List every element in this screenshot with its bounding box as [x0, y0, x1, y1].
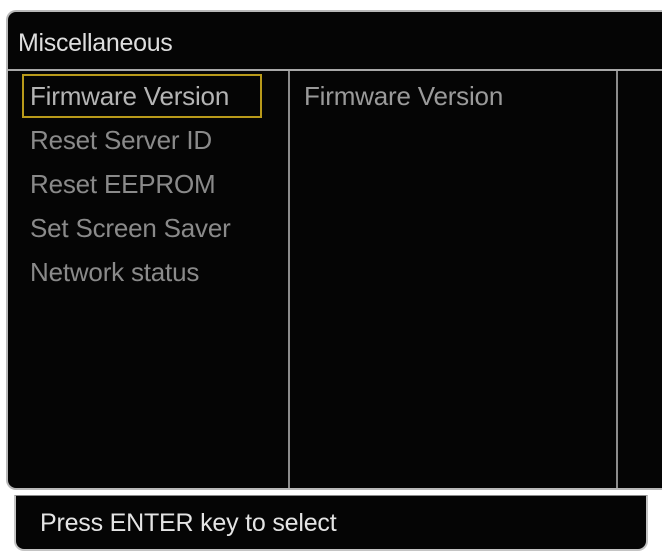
panel-title: Miscellaneous	[18, 29, 173, 57]
menu-list: Firmware Version Reset Server ID Reset E…	[22, 74, 267, 294]
menu-item-reset-server-id[interactable]: Reset Server ID	[22, 118, 267, 162]
menu-column-divider	[288, 71, 290, 488]
menu-item-set-screen-saver[interactable]: Set Screen Saver	[22, 206, 267, 250]
detail-column-divider	[616, 71, 618, 488]
tv-menu-screen: Miscellaneous Firmware Version Reset Ser…	[0, 0, 662, 555]
miscellaneous-panel: Miscellaneous Firmware Version Reset Ser…	[6, 10, 662, 490]
menu-item-network-status[interactable]: Network status	[22, 250, 267, 294]
footer-hint-text: Press ENTER key to select	[40, 509, 337, 537]
footer-hint-bar: Press ENTER key to select	[14, 495, 648, 551]
detail-text: Firmware Version	[304, 81, 504, 111]
menu-item-firmware-version[interactable]: Firmware Version	[22, 74, 262, 118]
menu-item-reset-eeprom[interactable]: Reset EEPROM	[22, 162, 267, 206]
title-divider	[8, 69, 662, 71]
